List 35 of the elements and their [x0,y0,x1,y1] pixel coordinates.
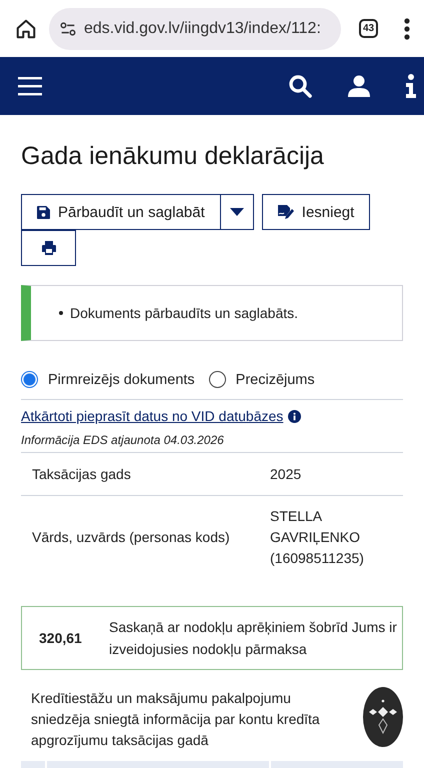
detail-label: Taksācijas gads [31,466,132,482]
page-title: Gada ienākumu deklarācija [21,142,325,171]
detail-value: 2025 [270,464,302,484]
result-text: Saskaņā ar nodokļu aprēķiniem šobrīd Jums ir izveidojusies nodokļu pārmaksa [109,618,398,659]
floating-logo-icon[interactable] [363,684,403,750]
search-icon[interactable] [288,74,312,98]
print-button[interactable] [21,230,76,266]
radio-button[interactable] [208,371,226,388]
message-text: Dokuments pārbaudīts un saglabāts. [70,305,298,321]
submit-button[interactable]: Iesniegt [262,194,370,230]
signature-icon [278,205,294,219]
radio-label: Pirmreizējs dokuments [48,372,195,388]
caret-icon [230,208,244,216]
home-icon[interactable] [15,18,37,40]
tab-count-button[interactable]: 43 [359,19,378,38]
save-button[interactable]: Pārbaudīt un saglabāt [21,194,221,230]
printer-icon [42,241,56,255]
update-note: Informācija EDS atjaunota 04.03.2026 [21,433,403,453]
site-settings-icon[interactable] [59,20,77,38]
more-menu-icon[interactable] [404,18,410,40]
user-icon[interactable] [348,75,370,97]
info-icon[interactable] [406,74,416,98]
detail-label: Vārds, uzvārds (personas kods) [31,529,231,545]
menu-icon[interactable] [18,76,42,96]
refund-amount: 320,61 [38,630,83,646]
radio-label: Precizējums [236,372,315,388]
refresh-data-link[interactable]: Atkārtoti pieprasīt datus no VID datubāzes [21,408,284,424]
section-heading: Kredītiestāžu un maksājumu pakalpojumu sniedzēja sniegtā informācija par kontu kredīta apgrozījumu taksācijas gadā [31,689,321,750]
address-bar[interactable]: eds.vid.gov.lv/iingdv13/index/112: [49,8,341,50]
detail-value: STELLA GAVRIĻENKO (16098511235) [270,506,365,568]
radio-button[interactable] [21,371,38,388]
dropdown-toggle-button[interactable] [220,194,254,230]
url-text: eds.vid.gov.lv/iingdv13/index/112: [84,20,321,38]
info-icon[interactable] [288,410,302,422]
bullet-icon [59,311,63,315]
